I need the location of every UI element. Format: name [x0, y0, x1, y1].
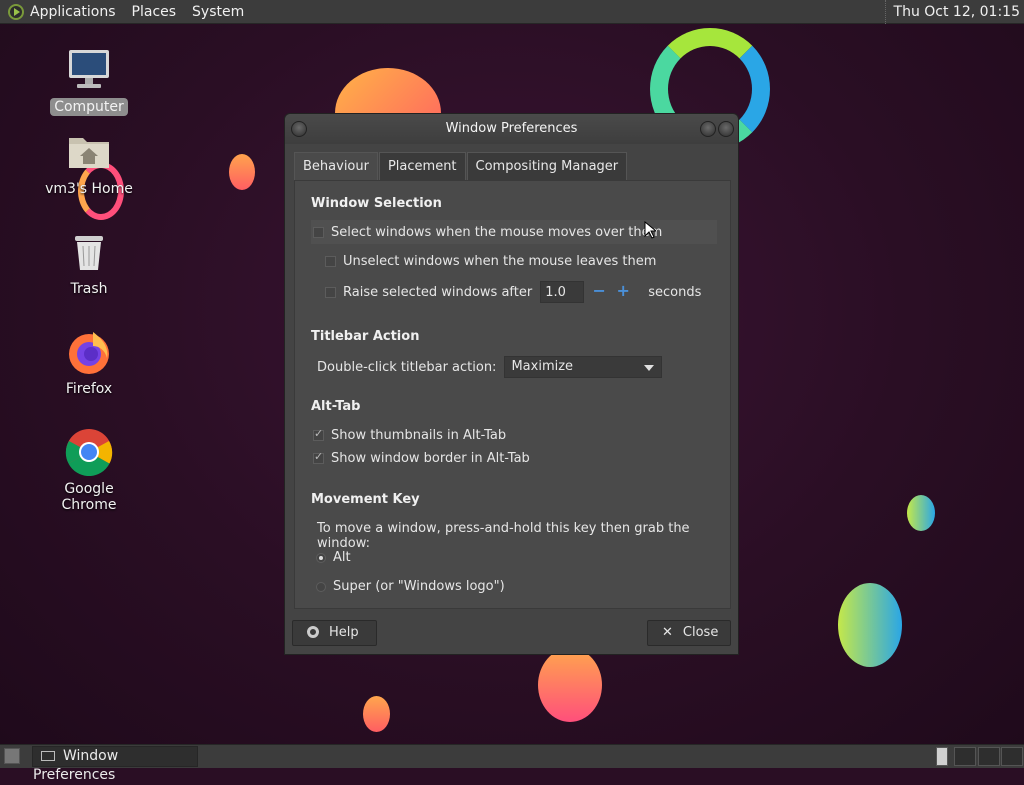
checkbox-label: Raise selected windows after	[343, 284, 533, 300]
radio-button[interactable]	[316, 581, 326, 592]
section-movement-key: Movement Key	[311, 492, 420, 507]
raise-after-checkbox[interactable]: Raise selected windows after − + seconds	[325, 281, 701, 303]
seconds-label: seconds	[648, 284, 702, 300]
decor-small-orange-blob	[229, 154, 255, 190]
radio-alt[interactable]: Alt	[316, 550, 351, 565]
decor-green-blue-blob	[838, 583, 902, 667]
decrement-icon[interactable]: −	[590, 283, 608, 301]
close-button-label: Close	[682, 625, 719, 640]
distro-logo-icon[interactable]	[8, 3, 24, 20]
checkbox-box[interactable]	[313, 227, 324, 238]
checkbox-box[interactable]	[325, 256, 336, 267]
show-border-checkbox[interactable]: Show window border in Alt-Tab	[313, 450, 530, 466]
tab-behaviour[interactable]: Behaviour	[294, 152, 378, 181]
checkbox-label: Show thumbnails in Alt-Tab	[331, 428, 507, 443]
checkbox-label: Unselect windows when the mouse leaves t…	[343, 254, 657, 269]
help-button[interactable]: Help	[292, 620, 377, 646]
chevron-down-icon	[644, 365, 655, 371]
select-on-hover-checkbox[interactable]: Select windows when the mouse moves over…	[313, 225, 662, 240]
window-title: Window Preferences	[445, 121, 578, 136]
dropdown-value: Maximize	[511, 359, 574, 374]
desktop-icon-chrome[interactable]: Google Chrome	[34, 428, 144, 514]
clock[interactable]: Thu Oct 12, 01:15	[884, 0, 1020, 24]
checkbox-box[interactable]	[313, 427, 324, 441]
home-folder-icon	[65, 128, 113, 176]
checkbox-label: Show window border in Alt-Tab	[331, 451, 530, 466]
decor-small-bottom-blob	[363, 696, 390, 732]
titlebar-action-label: Double-click titlebar action:	[317, 359, 497, 375]
taskbar-window-preferences[interactable]: Window Preferences	[32, 746, 198, 783]
section-titlebar-action: Titlebar Action	[311, 329, 420, 344]
workspace-3[interactable]	[978, 747, 1000, 766]
window-preferences-dialog: Window Preferences Behaviour Placement C…	[284, 113, 739, 655]
radio-label: Alt	[333, 550, 351, 565]
section-alt-tab: Alt-Tab	[311, 399, 361, 414]
close-button[interactable]: ✕ Close	[647, 620, 731, 646]
mouse-cursor-icon	[644, 221, 656, 239]
radio-button[interactable]	[316, 552, 326, 563]
radio-label: Super (or "Windows logo")	[333, 579, 505, 594]
desktop-icon-computer[interactable]: Computer	[34, 46, 144, 116]
close-icon: ✕	[662, 625, 673, 640]
raise-delay-input[interactable]	[540, 281, 585, 303]
section-window-selection: Window Selection	[311, 196, 442, 211]
workspace-1[interactable]	[936, 747, 948, 766]
show-thumbnails-checkbox[interactable]: Show thumbnails in Alt-Tab	[313, 427, 507, 443]
decor-teal-blob	[907, 495, 935, 531]
increment-icon[interactable]: +	[614, 283, 632, 301]
tab-compositing-manager[interactable]: Compositing Manager	[466, 152, 628, 180]
tab-bar: Behaviour Placement Compositing Manager	[294, 152, 628, 181]
minimize-button[interactable]	[700, 121, 716, 137]
menu-applications[interactable]: Applications	[30, 4, 116, 20]
desktop-icon-firefox[interactable]: Firefox	[34, 328, 144, 398]
trash-icon	[65, 228, 113, 276]
top-panel: Applications Places System Thu Oct 12, 0…	[0, 0, 1024, 24]
window-icon	[41, 751, 55, 761]
desktop-icon-trash[interactable]: Trash	[34, 228, 144, 298]
desktop-icon-home[interactable]: vm3's Home	[34, 128, 144, 198]
firefox-icon	[65, 328, 113, 376]
menu-system[interactable]: System	[192, 4, 244, 20]
help-button-label: Help	[329, 625, 359, 640]
radio-super[interactable]: Super (or "Windows logo")	[316, 579, 505, 594]
bottom-panel: Window Preferences	[0, 744, 1024, 783]
desktop-icon-label: Trash	[70, 281, 108, 297]
titlebar[interactable]: Window Preferences	[285, 114, 738, 144]
movement-key-description: To move a window, press-and-hold this ke…	[317, 521, 690, 551]
titlebar-action-row: Double-click titlebar action: Maximize	[317, 356, 663, 378]
chrome-icon	[65, 428, 113, 477]
desktop-icon-label: Computer	[50, 98, 128, 116]
computer-icon	[65, 46, 113, 94]
maximize-button[interactable]	[718, 121, 734, 137]
checkbox-box[interactable]	[325, 286, 336, 298]
show-desktop-icon[interactable]	[4, 748, 20, 764]
desktop-icon-label: Firefox	[65, 381, 113, 397]
help-icon	[307, 626, 319, 638]
unselect-on-leave-checkbox[interactable]: Unselect windows when the mouse leaves t…	[325, 254, 656, 269]
desktop-icon-label: vm3's Home	[45, 181, 133, 197]
checkbox-box[interactable]	[313, 450, 324, 464]
workspace-2[interactable]	[954, 747, 976, 766]
workspace-4[interactable]	[1001, 747, 1023, 766]
desktop-icon-label: Google Chrome	[61, 481, 117, 513]
decor-bottom-orange-blob	[538, 648, 602, 722]
behaviour-panel: Window Selection Select windows when the…	[294, 180, 731, 609]
tab-placement[interactable]: Placement	[378, 152, 466, 180]
checkbox-label: Select windows when the mouse moves over…	[331, 225, 663, 240]
menu-places[interactable]: Places	[132, 4, 177, 20]
titlebar-action-dropdown[interactable]: Maximize	[504, 356, 663, 378]
